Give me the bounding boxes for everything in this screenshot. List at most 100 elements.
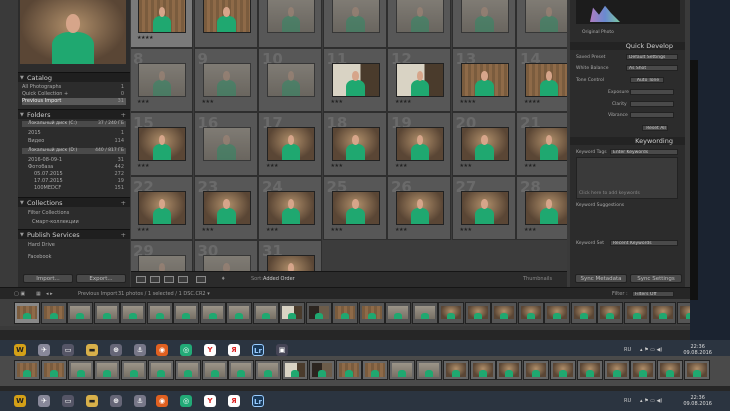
filmstrip-thumbnail[interactable] xyxy=(67,360,94,380)
star-rating[interactable]: ★★★★ xyxy=(524,99,540,105)
grid-cell[interactable]: 25 ★★★ xyxy=(322,176,387,240)
grid-view-icon[interactable] xyxy=(136,276,146,283)
filmstrip-thumbnail[interactable] xyxy=(491,302,517,324)
tray-icons[interactable]: ▴ ⚑ ▭ ◀) xyxy=(640,398,662,404)
people-view-icon[interactable] xyxy=(196,276,206,283)
add-icon[interactable]: + xyxy=(121,198,126,208)
filmstrip-thumbnail[interactable] xyxy=(389,360,416,380)
star-rating[interactable]: ★★★★ xyxy=(460,99,476,105)
grid-cell[interactable]: 15 ★★★ xyxy=(131,112,193,176)
folder-item[interactable]: Фотобаза 442 xyxy=(22,164,126,171)
photo-thumbnail[interactable] xyxy=(202,191,251,225)
photo-thumbnail[interactable] xyxy=(138,127,186,161)
keyword-input-area[interactable]: Click here to add keywords xyxy=(576,157,678,199)
filmstrip-thumbnail[interactable] xyxy=(93,302,120,324)
grid-cell[interactable]: 29 xyxy=(131,240,193,271)
filmstrip-thumbnail[interactable] xyxy=(438,302,464,324)
filmstrip-thumbnail[interactable] xyxy=(523,360,550,380)
star-rating[interactable]: ★★★ xyxy=(460,227,472,233)
grid-cell[interactable]: 22 ★★★ xyxy=(131,176,193,240)
filmstrip-thumbnail[interactable] xyxy=(252,302,279,324)
chrome-icon[interactable]: ◎ xyxy=(180,344,192,356)
filmstrip-thumbnail[interactable] xyxy=(148,360,174,380)
plane-icon[interactable]: ✈ xyxy=(38,395,50,407)
back-forward-icon[interactable]: ◂ ▸ xyxy=(46,291,53,297)
tank-icon[interactable]: ⊕ xyxy=(110,395,122,407)
spray-can-icon[interactable]: ♦ xyxy=(221,276,225,282)
grid-cell[interactable]: 31 xyxy=(258,240,322,271)
filmstrip-thumbnail[interactable] xyxy=(630,360,657,380)
catalog-item-previous-import[interactable]: Previous Import 31 xyxy=(22,98,126,105)
grid-cell[interactable]: 27 ★★★ xyxy=(451,176,516,240)
filmstrip-thumbnail[interactable] xyxy=(650,302,676,324)
photo-thumbnail[interactable] xyxy=(525,63,567,97)
vibrance-adjust-buttons[interactable] xyxy=(630,112,674,118)
keyword-set-select[interactable]: Recent Keywords xyxy=(610,240,678,246)
grid-cell[interactable] xyxy=(193,0,258,48)
grid-cell[interactable]: 20 ★★★ xyxy=(451,112,516,176)
photo-thumbnail[interactable] xyxy=(331,63,380,97)
keywording-header[interactable]: Keywording xyxy=(570,137,685,145)
folder-item[interactable]: 2015 1 xyxy=(22,130,126,137)
filmstrip-thumbnail[interactable] xyxy=(332,302,358,324)
collection-item[interactable]: Filter Collections xyxy=(22,210,126,217)
photo-thumbnail[interactable] xyxy=(331,0,380,33)
grid-cell[interactable] xyxy=(322,0,387,48)
filmstrip-thumbnail[interactable] xyxy=(623,302,650,324)
star-rating[interactable]: ★★★ xyxy=(266,227,278,233)
language-indicator[interactable]: RU xyxy=(624,347,631,353)
add-icon[interactable]: + xyxy=(121,230,126,240)
filmstrip-thumbnail[interactable] xyxy=(174,360,201,380)
keyword-tags-select[interactable]: Enter Keywords xyxy=(610,149,678,155)
photo-thumbnail[interactable] xyxy=(267,191,315,225)
filmstrip-thumbnail[interactable] xyxy=(550,360,576,380)
grid-cell[interactable]: 23 ★★★ xyxy=(193,176,258,240)
photo-thumbnail[interactable] xyxy=(138,63,186,97)
wot-icon[interactable]: W xyxy=(14,344,26,356)
folder-icon[interactable]: ▬ xyxy=(86,344,98,356)
folder-icon[interactable]: ▬ xyxy=(86,395,98,407)
folder-item[interactable]: Видео 114 xyxy=(22,138,126,145)
star-rating[interactable]: ★★★ xyxy=(331,163,343,169)
photo-thumbnail[interactable] xyxy=(267,0,315,33)
star-rating[interactable]: ★★★ xyxy=(395,163,407,169)
filmstrip-thumbnail[interactable] xyxy=(657,360,684,380)
yandex-icon[interactable]: Y xyxy=(204,344,216,356)
filmstrip-thumbnail[interactable] xyxy=(305,302,332,324)
photo-thumbnail[interactable] xyxy=(138,0,186,33)
folders-header[interactable]: ▼ Folders + xyxy=(18,109,130,119)
grid-icon[interactable]: ▦ xyxy=(36,291,41,297)
sync-settings-button[interactable]: Sync Settings xyxy=(630,274,682,283)
grid-cell[interactable]: 30 xyxy=(193,240,258,271)
filmstrip-thumbnail[interactable] xyxy=(684,360,710,380)
publish-services-header[interactable]: ▼ Publish Services + xyxy=(18,229,130,239)
lightroom-icon[interactable]: Lr xyxy=(252,344,264,356)
ship-icon[interactable]: ⚓ xyxy=(134,344,146,356)
photo-thumbnail[interactable] xyxy=(460,191,509,225)
photo-thumbnail[interactable] xyxy=(267,255,315,271)
clock[interactable]: 22:36 09.08.2016 xyxy=(683,344,712,356)
filmstrip-thumbnail[interactable] xyxy=(279,302,305,324)
app-icon[interactable]: ▣ xyxy=(276,344,288,356)
catalog-item-quick-collection[interactable]: Quick Collection + 0 xyxy=(22,91,126,98)
filmstrip-thumbnail[interactable] xyxy=(335,360,362,380)
grid-cell[interactable] xyxy=(451,0,516,48)
catalog-header[interactable]: ▼ Catalog xyxy=(18,72,130,82)
star-rating[interactable]: ★★★★ xyxy=(137,35,153,41)
photo-thumbnail[interactable] xyxy=(202,0,251,33)
star-rating[interactable]: ★★★ xyxy=(137,99,149,105)
volume-d[interactable]: Локальный диск (D:) 440 / 817 ГБ xyxy=(22,148,126,154)
photo-thumbnail[interactable] xyxy=(460,127,509,161)
grid-cell[interactable]: 28 ★★★ xyxy=(516,176,567,240)
filmstrip-thumbnail[interactable] xyxy=(544,302,570,324)
star-rating[interactable]: ★★★ xyxy=(524,163,536,169)
exposure-adjust-buttons[interactable] xyxy=(630,89,674,95)
photo-thumbnail[interactable] xyxy=(396,191,444,225)
filmstrip-thumbnail[interactable] xyxy=(14,302,40,324)
language-indicator[interactable]: RU xyxy=(624,398,631,404)
photo-thumbnail[interactable] xyxy=(202,255,251,271)
yandex-icon[interactable]: Y xyxy=(204,395,216,407)
filmstrip-thumbnail[interactable] xyxy=(67,302,93,324)
grid-cell[interactable]: 13 ★★★★ xyxy=(451,48,516,112)
grid-cell[interactable] xyxy=(387,0,451,48)
